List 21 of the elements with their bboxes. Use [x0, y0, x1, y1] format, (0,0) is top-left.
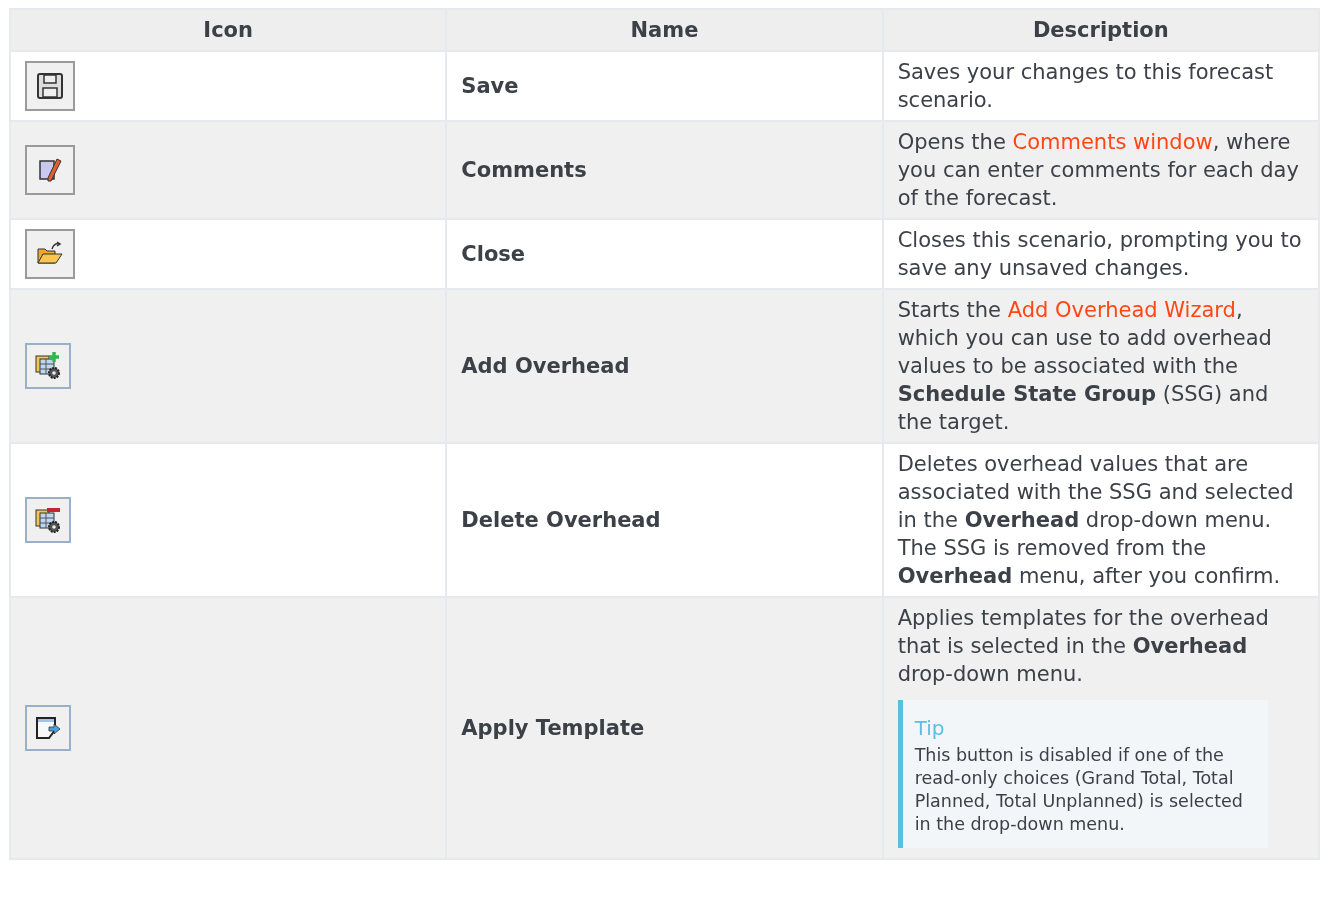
description-text: Closes this scenario, prompting you to save any unsaved changes.	[897, 227, 1303, 282]
toolbar-button[interactable]	[25, 61, 75, 111]
tip-title: Tip	[914, 715, 946, 742]
toolbar-button[interactable]	[25, 343, 71, 389]
grid-gear-plus-icon	[33, 351, 63, 381]
column-header: Icon	[10, 9, 447, 51]
toolbar-button[interactable]	[25, 705, 71, 751]
name-cell: Apply Template	[446, 597, 883, 859]
description-text: Deletes overhead values that are associated with the SSG and selected in the Overhead drop-down menu. The SSG is removed from the Overhead menu, after you confirm.	[897, 451, 1295, 590]
description-text: Applies templates for the overhead that is selected in the Overhead drop-down menu.	[897, 605, 1270, 688]
toolbar-button[interactable]	[25, 497, 71, 543]
column-header: Name	[446, 9, 883, 51]
tip-text: This button is disabled if one of the read-only choices (Grand Total, Total Planned, Total Unplanned) is selected in the drop-down menu.	[914, 744, 1244, 836]
description-link[interactable]: Add Overhead Wizard	[1007, 298, 1236, 322]
description-text: Starts the Add Overhead Wizard, which you can use to add overhead values to be associated with the Schedule State Group (SSG) and the target.	[897, 297, 1273, 436]
description-text: Saves your changes to this forecast scenario.	[897, 59, 1275, 114]
description-link[interactable]: Comments window	[1012, 130, 1213, 154]
column-header: Description	[882, 9, 1319, 51]
description-text: Opens the Comments window, where you can enter comments for each day of the forecast.	[897, 129, 1300, 212]
grid-gear-minus-icon	[33, 505, 63, 535]
toolbar-button[interactable]	[25, 145, 75, 195]
